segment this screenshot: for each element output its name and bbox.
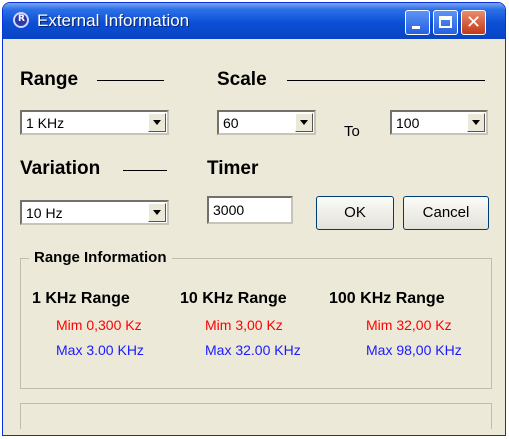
scale-from-value: 60	[223, 115, 239, 131]
dialog-window: External Information ✕ Range 1 KHz Scale…	[2, 2, 506, 436]
column-heading-10khz: 10 KHz Range	[180, 290, 287, 307]
variation-label: Variation	[20, 158, 101, 179]
maximize-button[interactable]	[433, 10, 458, 35]
scale-from-select[interactable]: 60	[217, 110, 316, 135]
range-label: Range	[20, 69, 79, 90]
chevron-down-icon[interactable]	[148, 203, 166, 222]
variation-select-value: 10 Hz	[26, 205, 63, 221]
maximize-icon	[439, 16, 452, 28]
variation-select[interactable]: 10 Hz	[20, 200, 169, 225]
scale-to-value: 100	[396, 115, 420, 131]
chevron-down-icon[interactable]	[295, 113, 313, 132]
chevron-down-icon[interactable]	[148, 113, 166, 132]
min-value-1khz: Mim 0,300 Kz	[56, 317, 142, 333]
ok-button[interactable]: OK	[316, 196, 394, 230]
minimize-button[interactable]	[405, 10, 430, 35]
cancel-button[interactable]: Cancel	[403, 196, 489, 230]
app-icon	[13, 12, 29, 28]
status-bar	[20, 403, 492, 429]
column-heading-100khz: 100 KHz Range	[329, 290, 445, 307]
column-heading-1khz: 1 KHz Range	[32, 290, 130, 307]
scale-label: Scale	[217, 69, 267, 90]
window-title: External Information	[37, 11, 190, 30]
max-value-100khz: Max 98,00 KHz	[366, 342, 462, 358]
max-value-10khz: Max 32.00 KHz	[205, 342, 301, 358]
scale-divider	[287, 80, 485, 81]
max-value-1khz: Max 3.00 KHz	[56, 342, 144, 358]
close-icon: ✕	[465, 12, 482, 33]
min-value-10khz: Mim 3,00 Kz	[205, 317, 283, 333]
scale-to-select[interactable]: 100	[390, 110, 488, 135]
title-bar[interactable]: External Information ✕	[3, 3, 505, 39]
range-information-title: Range Information	[29, 249, 172, 266]
timer-label: Timer	[207, 158, 259, 179]
range-select[interactable]: 1 KHz	[20, 110, 169, 135]
timer-input[interactable]: 3000	[207, 196, 293, 224]
timer-input-value: 3000	[213, 202, 245, 218]
variation-divider	[123, 170, 167, 171]
chevron-down-icon[interactable]	[467, 113, 485, 132]
range-select-value: 1 KHz	[26, 115, 65, 131]
close-button[interactable]: ✕	[461, 10, 486, 35]
min-value-100khz: Mim 32,00 Kz	[366, 317, 452, 333]
to-label: To	[344, 123, 360, 140]
minimize-icon	[412, 26, 420, 29]
range-divider	[97, 80, 164, 81]
